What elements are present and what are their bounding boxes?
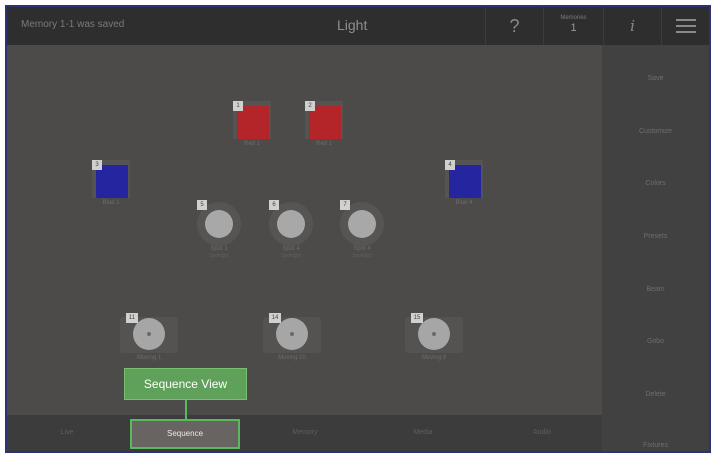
fixture-number: 11	[126, 313, 138, 323]
sidebar-item-presets[interactable]: Presets	[602, 233, 709, 240]
spotlight-icon	[277, 210, 305, 238]
memory-value: 1	[570, 22, 577, 34]
sidebar-item-delete[interactable]: Delete	[602, 391, 709, 398]
fixture-label: Blue 4	[455, 200, 473, 206]
fixture-mover-3[interactable]: 15 Moving 8	[405, 311, 463, 371]
fixture-type: Spotlight	[281, 253, 301, 259]
fixture-type: Spotlight	[209, 253, 229, 259]
page-title: Light	[337, 17, 368, 33]
fixture-label: Spot 4	[282, 246, 300, 252]
fixture-label: Red 1	[315, 141, 332, 147]
fixture-number: 1	[233, 101, 243, 111]
fixture-number: 14	[269, 313, 281, 323]
menu-button[interactable]	[661, 7, 709, 45]
tooltip-connector	[185, 400, 187, 419]
sidebar-item-gobo[interactable]: Gobo	[602, 338, 709, 345]
sidebar-item-fixtures[interactable]: Fixtures	[602, 442, 709, 449]
fixture-number: 2	[305, 101, 315, 111]
help-icon: ?	[509, 16, 520, 36]
sidebar-item-customize[interactable]: Customize	[602, 128, 709, 135]
fixture-type: Spotlight	[352, 253, 372, 259]
fixture-number: 5	[197, 200, 207, 210]
sequence-view-tooltip: Sequence View	[124, 368, 247, 400]
info-icon: i	[630, 17, 635, 35]
app-window: Memory 1-1 was saved Light ? Memories 1 …	[5, 5, 711, 453]
fixture-number: 4	[445, 160, 455, 170]
fixture-label: Blue 1	[102, 200, 120, 206]
tab-audio[interactable]: Audio	[502, 429, 582, 436]
fixture-number: 3	[92, 160, 102, 170]
fixture-number: 7	[340, 200, 350, 210]
fixture-stage: 1 Red 1 2 Red 1 3 Blue 1 4 Blue 4 5 Spot…	[7, 45, 602, 415]
fixture-label: Moving 10	[278, 355, 306, 361]
status-message: Memory 1-1 was saved	[21, 19, 125, 30]
fixture-red-1[interactable]: 1 Red 1	[233, 101, 271, 157]
fixture-label: Spot 4	[353, 246, 371, 252]
top-bar: Memory 1-1 was saved Light ? Memories 1 …	[7, 7, 709, 45]
fixture-mover-1[interactable]: 11 Moving 1	[120, 311, 178, 371]
spotlight-icon	[205, 210, 233, 238]
spotlight-icon	[348, 210, 376, 238]
fixture-spot-3[interactable]: 7 Spot 4 Spotlight	[340, 200, 384, 264]
fixture-label: Moving 8	[421, 355, 447, 361]
fixture-number: 6	[269, 200, 279, 210]
info-button[interactable]: i	[603, 7, 661, 45]
sidebar-item-save[interactable]: Save	[602, 75, 709, 82]
fixture-red-2[interactable]: 2 Red 1	[305, 101, 343, 157]
tab-media[interactable]: Media	[383, 429, 463, 436]
sidebar-item-beam[interactable]: Beam	[602, 286, 709, 293]
fixture-blue-right[interactable]: 4 Blue 4	[445, 160, 483, 216]
fixture-number: 15	[411, 313, 423, 323]
tab-memory[interactable]: Memory	[265, 429, 345, 436]
sidebar: Save Customize Colors Presets Beam Gobo …	[602, 45, 709, 451]
tab-live[interactable]: Live	[27, 429, 107, 436]
fixture-mover-2[interactable]: 14 Moving 10	[263, 311, 321, 371]
memories-label: Memories	[560, 15, 587, 21]
fixture-label: Moving 1	[136, 355, 162, 361]
fixture-label: Red 1	[243, 141, 260, 147]
help-button[interactable]: ?	[485, 7, 543, 45]
tab-sequence[interactable]: Sequence	[130, 419, 240, 449]
memories-button[interactable]: Memories 1	[543, 7, 603, 45]
bottom-tab-bar: Live Sequence Memory Media Audio	[7, 415, 602, 451]
fixture-label: Spot 1	[210, 246, 228, 252]
fixture-spot-1[interactable]: 5 Spot 1 Spotlight	[197, 200, 241, 264]
fixture-blue-left[interactable]: 3 Blue 1	[92, 160, 130, 216]
fixture-spot-2[interactable]: 6 Spot 4 Spotlight	[269, 200, 313, 264]
sidebar-item-colors[interactable]: Colors	[602, 180, 709, 187]
